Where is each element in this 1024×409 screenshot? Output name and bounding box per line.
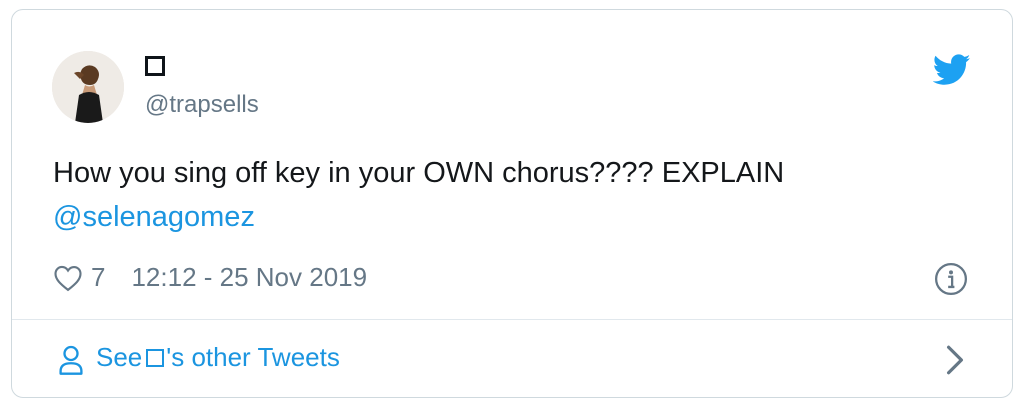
info-icon[interactable]	[934, 262, 968, 296]
footer-suffix: 's other Tweets	[166, 342, 340, 372]
person-icon	[59, 345, 83, 375]
mention-link[interactable]: @selenagomez	[53, 195, 973, 239]
twitter-bird-icon[interactable]	[933, 54, 971, 86]
see-other-tweets-link[interactable]: See 's other Tweets	[12, 320, 1012, 397]
user-handle[interactable]: @trapsells	[145, 91, 259, 119]
display-name[interactable]	[145, 56, 165, 76]
timestamp-link[interactable]: 12:12 - 25 Nov 2019	[131, 262, 367, 293]
heart-icon[interactable]	[53, 264, 83, 292]
see-other-tweets-label: See 's other Tweets	[96, 342, 340, 373]
like-count[interactable]: 7	[91, 262, 105, 293]
tweet-meta: 7 12:12 - 25 Nov 2019	[53, 262, 367, 293]
embedded-tweet-card: @trapsells How you sing off key in your …	[11, 9, 1013, 398]
footer-prefix: See	[96, 342, 143, 372]
avatar[interactable]	[52, 51, 124, 123]
chevron-right-icon	[947, 345, 963, 375]
unsupported-glyph-box	[146, 348, 165, 367]
tweet-text-line: How you sing off key in your OWN chorus?…	[53, 157, 785, 189]
unsupported-glyph-box	[145, 56, 165, 76]
tweet-text: How you sing off key in your OWN chorus?…	[53, 151, 973, 239]
